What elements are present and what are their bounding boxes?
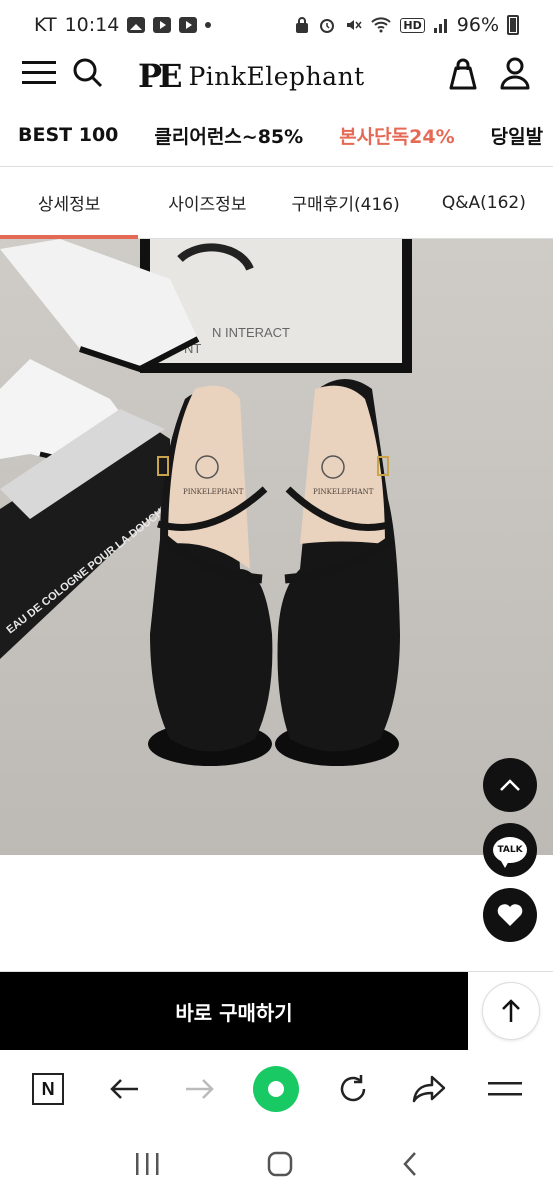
- arrow-right-icon: [186, 1079, 215, 1099]
- share-icon: [412, 1075, 446, 1103]
- battery-percent: 96%: [456, 14, 499, 36]
- chevron-up-icon: [500, 779, 520, 791]
- bag-icon[interactable]: [447, 56, 479, 90]
- buy-bar: 바로 구매하기: [0, 971, 553, 1050]
- refresh-icon: [340, 1075, 365, 1102]
- wifi-icon: [371, 17, 392, 33]
- category-clearance[interactable]: 클리어런스~85%: [136, 122, 321, 149]
- hd-badge: HD: [400, 17, 425, 33]
- wishlist-button[interactable]: [483, 888, 537, 942]
- site-header: PE PinkElephant: [0, 50, 553, 100]
- content-spacer: [0, 855, 553, 971]
- lock-icon: [296, 17, 309, 33]
- category-exclusive[interactable]: 본사단독24%: [321, 122, 472, 149]
- naver-n-icon: N: [32, 1073, 65, 1105]
- arrow-left-icon: [110, 1079, 139, 1099]
- arrow-up-icon: [501, 998, 520, 1022]
- scroll-top-button[interactable]: [481, 981, 540, 1040]
- buy-now-button[interactable]: 바로 구매하기: [0, 972, 468, 1050]
- product-photo: N INTERACT NT EAU DE COLOGNE POUR LA DOU…: [0, 239, 553, 855]
- time-label: 10:14: [64, 14, 120, 36]
- talk-button[interactable]: TALK: [483, 823, 537, 877]
- more-notifications-icon: [205, 22, 212, 28]
- category-nav: BEST 100 클리어런스~85% 본사단독24% 당일발: [0, 112, 553, 158]
- tab-qa[interactable]: Q&A(162): [415, 167, 553, 238]
- brand-name: PinkElephant: [188, 61, 365, 91]
- forward-button[interactable]: [177, 1066, 223, 1112]
- share-button[interactable]: [406, 1066, 452, 1112]
- browser-toolbar: N: [0, 1050, 553, 1128]
- talk-bubble-icon: TALK: [493, 837, 527, 868]
- system-nav-bar: [0, 1128, 553, 1200]
- tab-size[interactable]: 사이즈정보: [138, 167, 276, 238]
- tab-details[interactable]: 상세정보: [0, 167, 139, 239]
- category-same-day[interactable]: 당일발: [473, 122, 553, 149]
- battery-icon: [507, 15, 519, 35]
- back-nav-icon[interactable]: [400, 1150, 420, 1178]
- signal-icon: [433, 19, 447, 33]
- scroll-up-button[interactable]: [483, 758, 537, 812]
- insole-brand-left: PINKELEPHANT: [183, 488, 244, 496]
- product-tabs: 상세정보 사이즈정보 구매후기(416) Q&A(162): [0, 167, 553, 239]
- heart-icon: [497, 904, 523, 926]
- naver-home-button[interactable]: N: [25, 1066, 71, 1112]
- mute-icon: [347, 20, 362, 30]
- insole-brand-right: PINKELEPHANT: [313, 488, 374, 496]
- green-dot-icon: [253, 1066, 300, 1112]
- brand-logo: PE: [138, 57, 182, 95]
- carrier-label: KT: [34, 14, 57, 36]
- poster-text: N INTERACT: [212, 325, 290, 340]
- brand[interactable]: PE PinkElephant: [138, 57, 365, 95]
- back-button[interactable]: [101, 1066, 147, 1112]
- recent-apps-icon[interactable]: [133, 1151, 161, 1177]
- home-icon[interactable]: [266, 1150, 294, 1178]
- gallery-icon: [127, 17, 146, 33]
- browser-menu-button[interactable]: [482, 1066, 528, 1112]
- status-bar: KT 10:14 HD 96%: [0, 0, 553, 50]
- tab-reviews[interactable]: 구매후기(416): [277, 167, 415, 238]
- category-best100[interactable]: BEST 100: [0, 124, 136, 146]
- green-dot-button[interactable]: [253, 1066, 300, 1112]
- youtube-icon: [179, 17, 198, 33]
- user-icon[interactable]: [499, 56, 531, 90]
- refresh-button[interactable]: [330, 1066, 376, 1112]
- menu-icon[interactable]: [22, 58, 58, 88]
- alarm-icon: [320, 19, 335, 33]
- search-icon[interactable]: [72, 57, 104, 89]
- talk-label: TALK: [497, 845, 523, 855]
- hamburger-icon: [487, 1082, 522, 1096]
- youtube-icon: [153, 17, 172, 33]
